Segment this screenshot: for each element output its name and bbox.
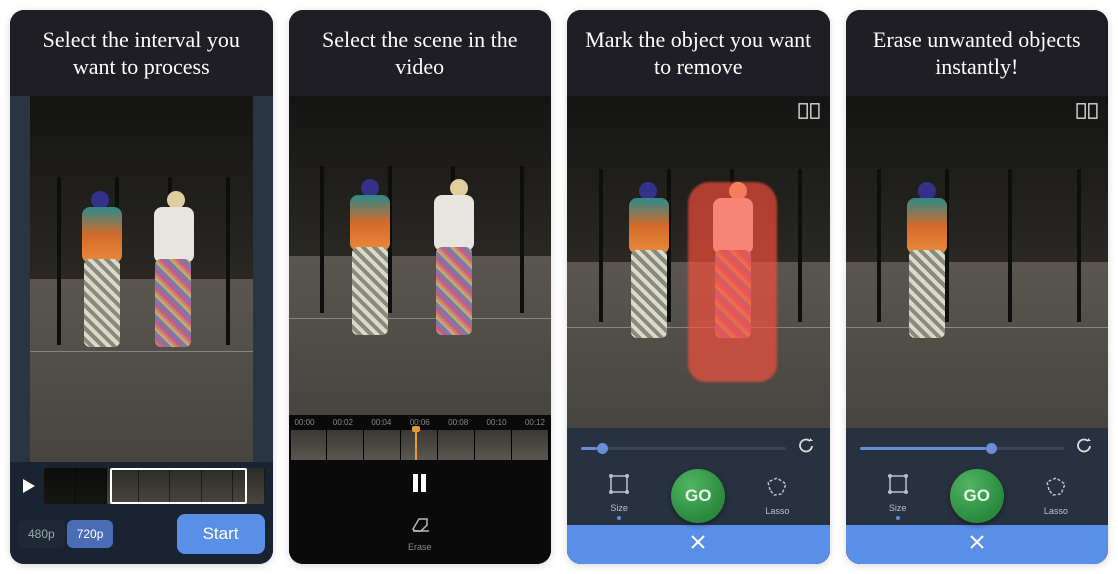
active-indicator-dot bbox=[896, 516, 900, 520]
video-preview[interactable] bbox=[567, 96, 830, 428]
timeline-thumbnails[interactable] bbox=[44, 468, 265, 504]
panel-caption: Select the interval you want to process bbox=[10, 10, 273, 96]
screenshot-panel-3: Mark the object you want to remove bbox=[567, 10, 830, 564]
interval-timeline bbox=[18, 468, 265, 504]
screenshot-panel-1: Select the interval you want to process bbox=[10, 10, 273, 564]
time-label: 00:08 bbox=[448, 418, 468, 427]
size-label: Size bbox=[606, 503, 632, 513]
play-button[interactable] bbox=[18, 472, 40, 500]
scene-timeline[interactable] bbox=[291, 430, 550, 460]
lasso-label: Lasso bbox=[1043, 506, 1069, 516]
lasso-label: Lasso bbox=[764, 506, 790, 516]
phone-screen: 480p 720p Start bbox=[10, 96, 273, 564]
selection-range[interactable] bbox=[110, 468, 247, 504]
refresh-icon[interactable] bbox=[1074, 436, 1094, 461]
video-preview bbox=[30, 96, 253, 462]
screenshot-panel-4: Erase unwanted objects instantly! bbox=[846, 10, 1109, 564]
panel-caption: Select the scene in the video bbox=[289, 10, 552, 96]
start-button[interactable]: Start bbox=[177, 514, 265, 554]
compare-icon[interactable] bbox=[1076, 102, 1098, 120]
time-label: 00:02 bbox=[333, 418, 353, 427]
scrub-track[interactable] bbox=[581, 447, 786, 450]
go-button[interactable]: GO bbox=[671, 469, 725, 523]
playhead[interactable] bbox=[415, 430, 417, 460]
size-tool[interactable]: Size bbox=[606, 473, 632, 520]
person-2 bbox=[132, 191, 208, 411]
lasso-tool[interactable]: Lasso bbox=[764, 476, 790, 516]
timeline-labels: 00:00 00:02 00:04 00:06 00:08 00:10 00:1… bbox=[289, 415, 552, 430]
person-1 bbox=[604, 182, 693, 381]
scrub-knob[interactable] bbox=[597, 443, 608, 454]
video-preview bbox=[289, 96, 552, 415]
size-tool[interactable]: Size bbox=[885, 473, 911, 520]
scrub-bar bbox=[567, 428, 830, 463]
size-label: Size bbox=[885, 503, 911, 513]
phone-screen: 00:00 00:02 00:04 00:06 00:08 00:10 00:1… bbox=[289, 96, 552, 564]
phone-screen: Size GO Lasso bbox=[846, 96, 1109, 564]
lasso-tool[interactable]: Lasso bbox=[1043, 476, 1069, 516]
pause-button[interactable] bbox=[413, 474, 426, 492]
bottom-controls: 480p 720p Start bbox=[10, 462, 273, 564]
erase-icon[interactable] bbox=[409, 515, 431, 538]
res-720p-button[interactable]: 720p bbox=[67, 520, 114, 548]
close-button[interactable] bbox=[567, 525, 830, 564]
person-1 bbox=[882, 182, 971, 381]
person-1 bbox=[325, 179, 414, 370]
refresh-icon[interactable] bbox=[796, 436, 816, 461]
person-1 bbox=[61, 191, 137, 411]
time-label: 00:10 bbox=[487, 418, 507, 427]
res-480p-button[interactable]: 480p bbox=[18, 520, 65, 548]
panel-caption: Erase unwanted objects instantly! bbox=[846, 10, 1109, 96]
panel-caption: Mark the object you want to remove bbox=[567, 10, 830, 96]
resolution-picker: 480p 720p bbox=[18, 520, 113, 548]
compare-icon[interactable] bbox=[798, 102, 820, 120]
video-preview[interactable] bbox=[846, 96, 1109, 428]
time-label: 00:04 bbox=[371, 418, 391, 427]
active-indicator-dot bbox=[617, 516, 621, 520]
object-mask[interactable] bbox=[688, 182, 777, 381]
screenshot-panel-2: Select the scene in the video 00:00 00:0… bbox=[289, 10, 552, 564]
scrub-knob[interactable] bbox=[986, 443, 997, 454]
bottom-controls: Size GO Lasso bbox=[567, 428, 830, 564]
bottom-controls: Size GO Lasso bbox=[846, 428, 1109, 564]
phone-screen: Size GO Lasso bbox=[567, 96, 830, 564]
time-label: 00:12 bbox=[525, 418, 545, 427]
go-button[interactable]: GO bbox=[950, 469, 1004, 523]
erase-label: Erase bbox=[289, 542, 552, 552]
bottom-controls: 00:00 00:02 00:04 00:06 00:08 00:10 00:1… bbox=[289, 415, 552, 564]
scrub-track[interactable] bbox=[860, 447, 1065, 450]
person-2 bbox=[409, 179, 498, 370]
time-label: 00:00 bbox=[295, 418, 315, 427]
scrub-bar bbox=[846, 428, 1109, 463]
close-button[interactable] bbox=[846, 525, 1109, 564]
